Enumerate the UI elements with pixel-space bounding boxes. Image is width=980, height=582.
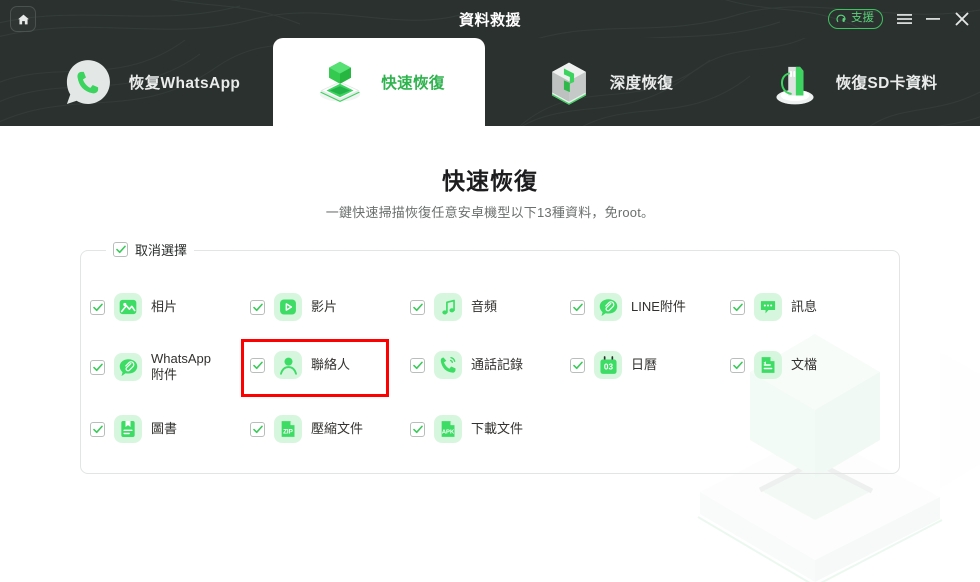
file-type-label: 訊息 (791, 298, 818, 314)
checkbox[interactable] (250, 421, 265, 437)
file-type-label: 圖書 (151, 420, 178, 436)
checkbox[interactable] (250, 299, 265, 315)
file-type-item-line-attachment[interactable]: LINE附件 (570, 293, 686, 321)
checkmark-icon (92, 303, 103, 311)
file-type-item-calendar[interactable]: 03 日曆 (570, 351, 657, 379)
whatsapp-attachment-icon (114, 353, 142, 382)
application-window: 資料救援 支援 恢复WhatsApp 快速恢復 深度恢復 恢復SD卡資料 快速恢… (0, 0, 980, 582)
checkmark-icon (572, 361, 583, 369)
main-content: 快速恢復 一鍵快速掃描恢復任意安卓機型以下13種資料，免root。 取消選擇 相… (0, 126, 980, 582)
tab-bar: 恢复WhatsApp 快速恢復 深度恢復 恢復SD卡資料 (0, 38, 980, 126)
checkbox[interactable] (570, 357, 585, 373)
checkbox[interactable] (410, 357, 425, 373)
file-type-label: 通話記錄 (471, 356, 524, 372)
file-type-item-message[interactable]: 訊息 (730, 293, 817, 321)
zip-file-icon: ZIP (274, 415, 302, 443)
support-label: 支援 (851, 12, 874, 25)
tab-quick-recovery[interactable]: 快速恢復 (273, 38, 485, 126)
file-type-item-apk[interactable]: APK 下載文件 (410, 415, 523, 443)
file-type-item-zip[interactable]: ZIP 壓縮文件 (250, 415, 363, 443)
file-type-label: 日曆 (631, 356, 658, 372)
titlebar-controls: 支援 (828, 0, 970, 38)
checkbox[interactable] (570, 299, 585, 315)
deep-recovery-cube-icon (551, 62, 586, 105)
file-type-item-book[interactable]: 圖書 (90, 415, 177, 443)
checkbox[interactable] (410, 299, 425, 315)
tab-recover-sd-card[interactable]: 恢復SD卡資料 (725, 38, 980, 126)
file-type-label: 聯絡人 (311, 356, 351, 372)
title-bar: 資料救援 支援 (0, 0, 980, 38)
call-log-icon (434, 351, 462, 379)
tab-recover-whatsapp[interactable]: 恢复WhatsApp (28, 38, 273, 126)
file-type-label: WhatsApp 附件 (151, 351, 211, 383)
whatsapp-phone-icon (66, 60, 110, 104)
apk-label-text: APK (442, 430, 455, 436)
minimize-icon[interactable] (925, 11, 941, 27)
photo-icon (114, 293, 142, 321)
checkmark-icon (252, 361, 263, 369)
support-button[interactable]: 支援 (828, 9, 883, 29)
checkbox[interactable] (730, 357, 745, 373)
file-type-label: 壓縮文件 (311, 420, 364, 436)
book-icon (114, 415, 142, 443)
zip-label-text: ZIP (283, 429, 293, 436)
checkbox[interactable] (90, 421, 105, 437)
line-attachment-icon (594, 293, 622, 321)
video-icon (274, 293, 302, 321)
file-type-item-call-log[interactable]: 通話記錄 (410, 351, 523, 379)
checkmark-icon (252, 303, 263, 311)
checkbox[interactable] (410, 421, 425, 437)
checkbox[interactable] (250, 357, 265, 373)
file-type-panel: 取消選擇 相片 影片 音頻 LINE附件 訊息 WhatsApp 附件 聯絡人 … (80, 240, 901, 475)
sd-card-recovery-icon (776, 66, 814, 105)
tab-deep-recovery[interactable]: 深度恢復 (490, 38, 725, 126)
file-type-label: 影片 (311, 298, 338, 314)
close-icon[interactable] (954, 11, 970, 27)
quick-recovery-cube-icon (319, 61, 361, 103)
tab-label: 恢復SD卡資料 (835, 75, 938, 92)
calendar-icon: 03 (594, 351, 622, 379)
hamburger-menu-icon[interactable] (896, 11, 912, 27)
message-icon (754, 293, 782, 321)
checkmark-icon (92, 363, 103, 371)
checkmark-icon (412, 303, 423, 311)
file-type-label: LINE附件 (631, 298, 686, 314)
checkmark-icon (732, 361, 743, 369)
headset-icon (836, 14, 846, 23)
apk-file-icon: APK (434, 415, 462, 443)
file-type-label: 下載文件 (471, 420, 524, 436)
checkmark-icon (252, 425, 263, 433)
page-subtitle: 一鍵快速掃描恢復任意安卓機型以下13種資料，免root。 (325, 205, 655, 220)
tab-label: 深度恢復 (609, 75, 674, 92)
file-type-item-contacts[interactable]: 聯絡人 (250, 351, 350, 379)
checkmark-icon (572, 303, 583, 311)
contacts-icon (274, 351, 302, 379)
page-title: 快速恢復 (442, 168, 538, 194)
checkmark-icon (92, 425, 103, 433)
calendar-day-number: 03 (603, 362, 613, 371)
file-type-grid: 相片 影片 音頻 LINE附件 訊息 WhatsApp 附件 聯絡人 通話記錄 … (81, 251, 901, 475)
checkmark-icon (732, 303, 743, 311)
document-icon (754, 351, 782, 379)
tab-label: 快速恢復 (381, 75, 445, 92)
file-type-item-audio[interactable]: 音頻 (410, 293, 497, 321)
checkbox[interactable] (90, 359, 105, 375)
checkmark-icon (412, 361, 423, 369)
file-type-label: 文檔 (791, 356, 818, 372)
file-type-item-whatsapp-attachment[interactable]: WhatsApp 附件 (90, 351, 211, 384)
audio-note-icon (434, 293, 462, 321)
checkmark-icon (412, 425, 423, 433)
tab-label: 恢复WhatsApp (128, 75, 241, 92)
checkbox[interactable] (730, 299, 745, 315)
file-type-label: 音頻 (471, 298, 498, 314)
file-type-label: 相片 (151, 298, 178, 314)
file-type-item-document[interactable]: 文檔 (730, 351, 817, 379)
checkbox[interactable] (90, 299, 105, 315)
file-type-item-photo[interactable]: 相片 (90, 293, 177, 321)
file-type-item-video[interactable]: 影片 (250, 293, 337, 321)
